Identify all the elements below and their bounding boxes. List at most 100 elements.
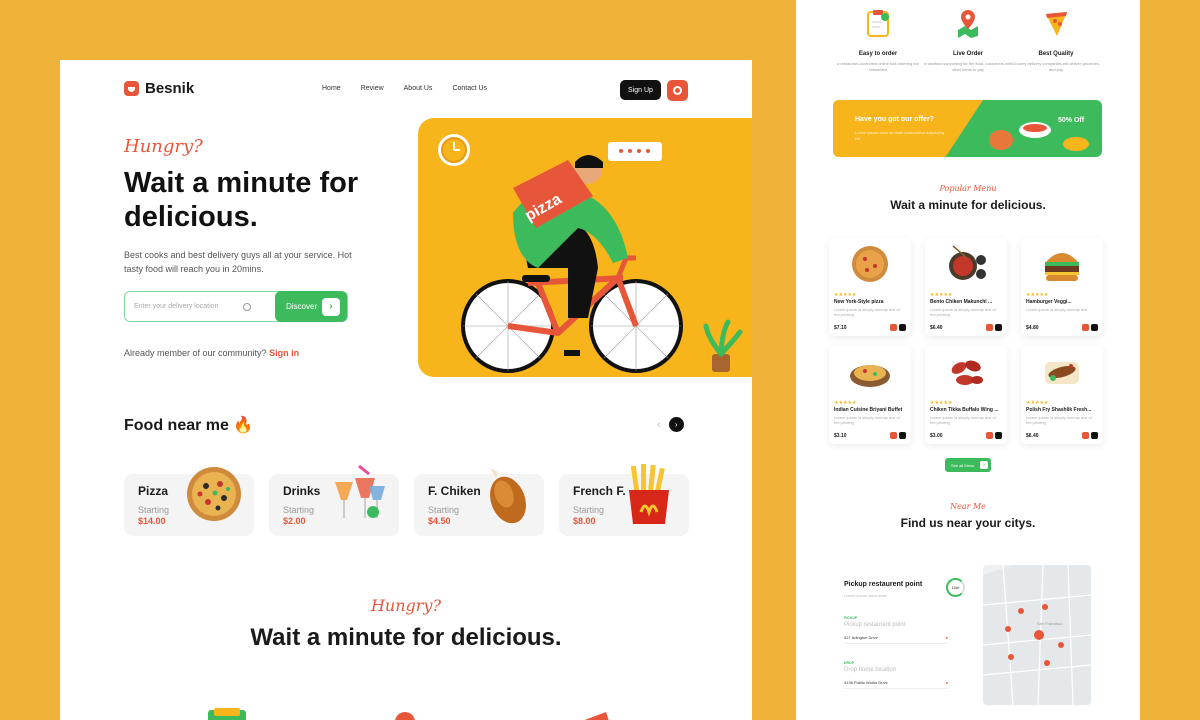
field-label: PICKUP	[844, 616, 858, 620]
menu-item-price: $7.10	[834, 325, 847, 331]
brand-logo[interactable]: Besnik	[124, 80, 194, 97]
menu-item-price: $6.40	[1026, 433, 1039, 439]
food-card-name: F. Chiken	[428, 484, 481, 498]
rating-stars: ★★★★★	[930, 400, 953, 406]
rating-stars: ★★★★★	[930, 292, 953, 298]
menu-card[interactable]: ★★★★★ Chiken Tikka Buffalo Wing ... Lore…	[925, 346, 1007, 444]
feature-desc: Grocery delivery companies will deliver …	[1012, 61, 1100, 72]
carousel-controls: ‹ ›	[657, 417, 684, 432]
add-to-cart-button[interactable]	[1082, 432, 1089, 439]
add-to-cart-button[interactable]	[890, 324, 897, 331]
near-me-headline: Find us near your citys.	[900, 516, 1036, 530]
share-button[interactable]	[995, 432, 1002, 439]
clipboard-icon	[867, 10, 889, 37]
bowl-icon	[124, 81, 139, 96]
section-headline: Wait a minute for delicious.	[60, 623, 752, 653]
location-search: Enter your delivery location Discover ›	[124, 291, 348, 322]
feature-desc: in addition supporting for the food, cus…	[923, 61, 1013, 72]
section-tagline: Hungry?	[370, 596, 442, 615]
feature-title: Easy to order	[858, 51, 898, 57]
nav-home[interactable]: Home	[322, 85, 341, 92]
sign-up-button[interactable]: Sign Up	[620, 80, 661, 100]
address-text: 427 Arlington Drive	[844, 635, 878, 640]
food-card-price: $2.00	[283, 516, 306, 526]
add-to-cart-button[interactable]	[1082, 324, 1089, 331]
offer-badge: 50% Off	[1058, 117, 1085, 124]
menu-card[interactable]: ★★★★★ Polish Fry Shashlik Fresh... Lorem…	[1021, 346, 1103, 444]
city-map[interactable]: San Francisco	[983, 565, 1091, 705]
share-button[interactable]	[899, 432, 906, 439]
chevron-left-icon[interactable]: ‹	[657, 419, 661, 431]
pickup-title: Pickup restaurent point	[844, 581, 923, 588]
location-dot-icon: ●	[945, 680, 948, 685]
food-card-chicken[interactable]: F. Chiken Starting $4.50	[414, 468, 544, 536]
add-to-cart-button[interactable]	[986, 324, 993, 331]
food-card-starting: Starting	[138, 505, 170, 515]
chicken-wings-icon	[951, 360, 983, 385]
offer-title: Have you got our offer?	[855, 116, 934, 123]
add-to-cart-button[interactable]	[890, 432, 897, 439]
food-card-price: $8.00	[573, 516, 596, 526]
food-card-drinks[interactable]: Drinks Starting $2.00	[269, 464, 399, 536]
food-bowls-illustration: 50% Off	[989, 117, 1089, 151]
location-input[interactable]: Enter your delivery location	[125, 303, 243, 310]
field-value: Pickup restaurent point	[844, 622, 906, 628]
shashlik-icon	[1045, 362, 1079, 384]
cart-icon	[673, 86, 682, 95]
see-all-menu-button[interactable]: See all Menu ›	[945, 458, 991, 472]
cocktail-icon	[335, 464, 385, 518]
food-card-pizza[interactable]: Pizza Starting $14.00	[124, 467, 254, 536]
food-card-price: $14.00	[138, 516, 166, 526]
field-address: 427 Arlington Drive ●	[844, 635, 948, 644]
offer-banner[interactable]: Have you got our offer? Lorem ipsum dolo…	[833, 100, 1102, 157]
share-button[interactable]	[1091, 432, 1098, 439]
popular-tagline: Popular Menu	[939, 184, 997, 193]
field-address: 4136 Public Works Drive ●	[844, 680, 948, 689]
share-button[interactable]	[1091, 324, 1098, 331]
top-nav: Besnik Home Review About Us Contact Us S…	[124, 80, 688, 102]
food-card-name: Drinks	[283, 484, 321, 498]
discover-label: Discover	[286, 302, 318, 311]
biryani-icon	[850, 365, 890, 387]
share-button[interactable]	[995, 324, 1002, 331]
locate-icon[interactable]	[243, 302, 251, 311]
food-card-starting: Starting	[428, 505, 460, 515]
feature-desc: a restaurant-controlled online tool orde…	[837, 61, 919, 72]
pizza-slice-icon	[584, 712, 609, 720]
location-dot-icon: ●	[945, 635, 948, 640]
share-button[interactable]	[899, 324, 906, 331]
cart-button[interactable]	[667, 80, 688, 101]
signin-link[interactable]: Sign in	[269, 348, 299, 358]
menu-item-price: $6.40	[930, 325, 943, 331]
hero-headline: Wait a minute for delicious.	[124, 167, 359, 233]
hero-subtext: Best cooks and best delivery guys all at…	[124, 250, 352, 274]
pickup-subtitle: Lorem ipsum dolor amet	[844, 593, 888, 598]
add-to-cart-button[interactable]	[986, 432, 993, 439]
nav-about[interactable]: About Us	[404, 85, 433, 92]
menu-card[interactable]: ★★★★★ Hamburger Veggi... Lorem ipsum is …	[1021, 238, 1103, 336]
nav-contact[interactable]: Contact Us	[452, 85, 487, 92]
nav-review[interactable]: Review	[361, 85, 384, 92]
menu-card[interactable]: ★★★★★ Bento Chiken Makunchi ... Lorem ip…	[925, 238, 1007, 336]
discover-button[interactable]: Discover ›	[275, 291, 347, 322]
rating-stars: ★★★★★	[834, 292, 857, 298]
menu-item-desc: Lorem ipsum is simply dummy text	[1026, 307, 1088, 312]
pizza-icon	[852, 246, 888, 282]
field-label: DROP	[844, 661, 855, 665]
chevron-right-icon[interactable]: ›	[668, 417, 684, 432]
popular-menu-grid: ★★★★★ New York-Style pizza Lorem ipsum i…	[829, 238, 1103, 444]
menu-item-desc: Lorem ipsum is simply dummy text of the …	[930, 415, 996, 425]
nav-menu: Home Review About Us Contact Us	[322, 85, 487, 92]
menu-card[interactable]: ★★★★★ New York-Style pizza Lorem ipsum i…	[829, 238, 911, 336]
menu-item-desc: Lorem ipsum is simply dummy text of the …	[834, 307, 900, 317]
menu-item-desc: Lorem ipsum is simply dummy text of the …	[1026, 415, 1092, 425]
feature-title: Best Quality	[1038, 51, 1074, 57]
hero-tagline: Hungry?	[124, 136, 203, 157]
pickup-field[interactable]: PICKUP Pickup restaurent point 427 Arlin…	[844, 616, 948, 644]
food-card-fries[interactable]: French F. Starting $8.00	[559, 464, 689, 536]
menu-card[interactable]: ★★★★★ Indian Cuisine Briyani Buffet Lore…	[829, 346, 911, 444]
menu-item-name: Hamburger Veggi...	[1026, 299, 1072, 305]
clipboard-icon	[208, 708, 246, 720]
drop-field[interactable]: DROP Drop home location 4136 Public Work…	[844, 661, 948, 689]
menu-item-desc: Lorem ipsum is simply dummy text of the …	[930, 307, 996, 317]
